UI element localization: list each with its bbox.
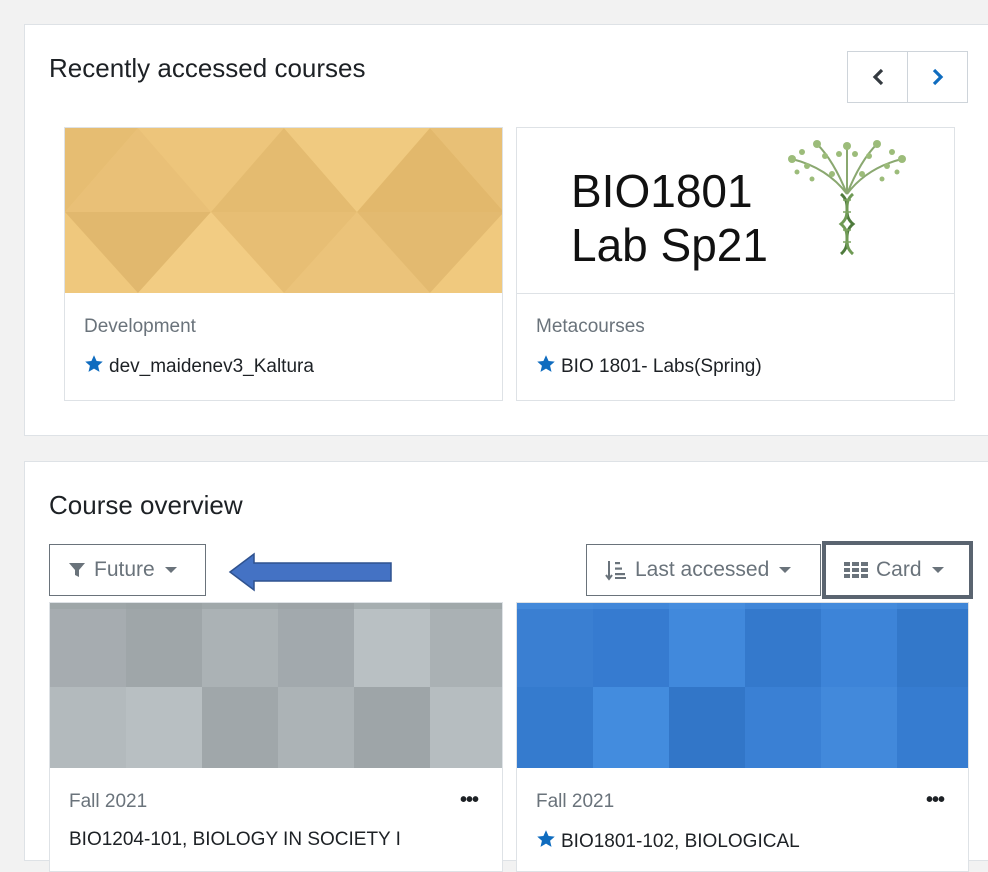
sort-dropdown-button[interactable]: Last accessed [586,544,821,596]
course-card-development[interactable]: Development dev_maidenev3_Kaltura [64,127,503,401]
course-card-bio1204[interactable]: Fall 2021 ••• BIO1204-101, BIOLOGY IN SO… [49,602,503,872]
course-overview-block: Course overview Future Last accessed Car… [24,461,988,872]
course-name-link[interactable]: BIO1204-101, BIOLOGY IN SOCIETY I [69,829,401,851]
arrow-left-icon [228,552,392,592]
recent-courses-title: Recently accessed courses [49,53,366,83]
course-overview-title: Course overview [49,490,243,520]
course-name-link[interactable]: BIO 1801- Labs(Spring) [536,354,762,378]
course-card-bio1801[interactable]: Fall 2021 ••• BIO1801-102, BIOLOGICAL [516,602,969,872]
dna-tree-icon [788,140,906,256]
course-image[interactable] [65,128,502,293]
filter-dropdown-button[interactable]: Future [49,544,206,596]
course-card-bio1801-lab[interactable]: BIO1801 Lab Sp21 Metacourses BIO 1801- L… [516,127,955,401]
next-button[interactable] [908,52,967,102]
course-category: Metacourses [536,316,645,337]
grid-icon [844,562,868,578]
star-icon[interactable] [536,829,556,849]
chevron-right-icon [932,68,943,86]
view-label: Card [876,558,922,581]
sort-label: Last accessed [635,558,770,581]
star-icon[interactable] [84,354,104,374]
chevron-left-icon [872,68,883,86]
star-icon[interactable] [536,354,556,374]
image-text-line2: Lab Sp21 [571,219,768,271]
course-name[interactable]: dev_maidenev3_Kaltura [109,356,314,377]
image-text-line1: BIO1801 [571,165,753,217]
course-actions-ellipsis-icon[interactable]: ••• [460,789,479,812]
recent-pager [847,51,968,103]
course-name-link[interactable]: BIO1801-102, BIOLOGICAL [536,829,800,853]
course-image[interactable] [517,603,968,768]
course-image[interactable] [50,603,502,768]
prev-button[interactable] [848,52,908,102]
course-term: Fall 2021 [536,791,615,812]
sort-icon [605,561,626,581]
course-actions-ellipsis-icon[interactable]: ••• [926,789,945,812]
course-term: Fall 2021 [69,791,148,812]
filter-icon [69,563,85,577]
filter-label: Future [94,558,155,581]
view-dropdown-button[interactable]: Card [822,541,973,599]
course-category: Development [84,316,196,337]
course-name-link[interactable]: dev_maidenev3_Kaltura [84,354,314,378]
recent-courses-block: Recently accessed courses Development de… [24,24,988,436]
course-image[interactable]: BIO1801 Lab Sp21 [517,128,954,294]
course-name[interactable]: BIO 1801- Labs(Spring) [561,356,762,377]
